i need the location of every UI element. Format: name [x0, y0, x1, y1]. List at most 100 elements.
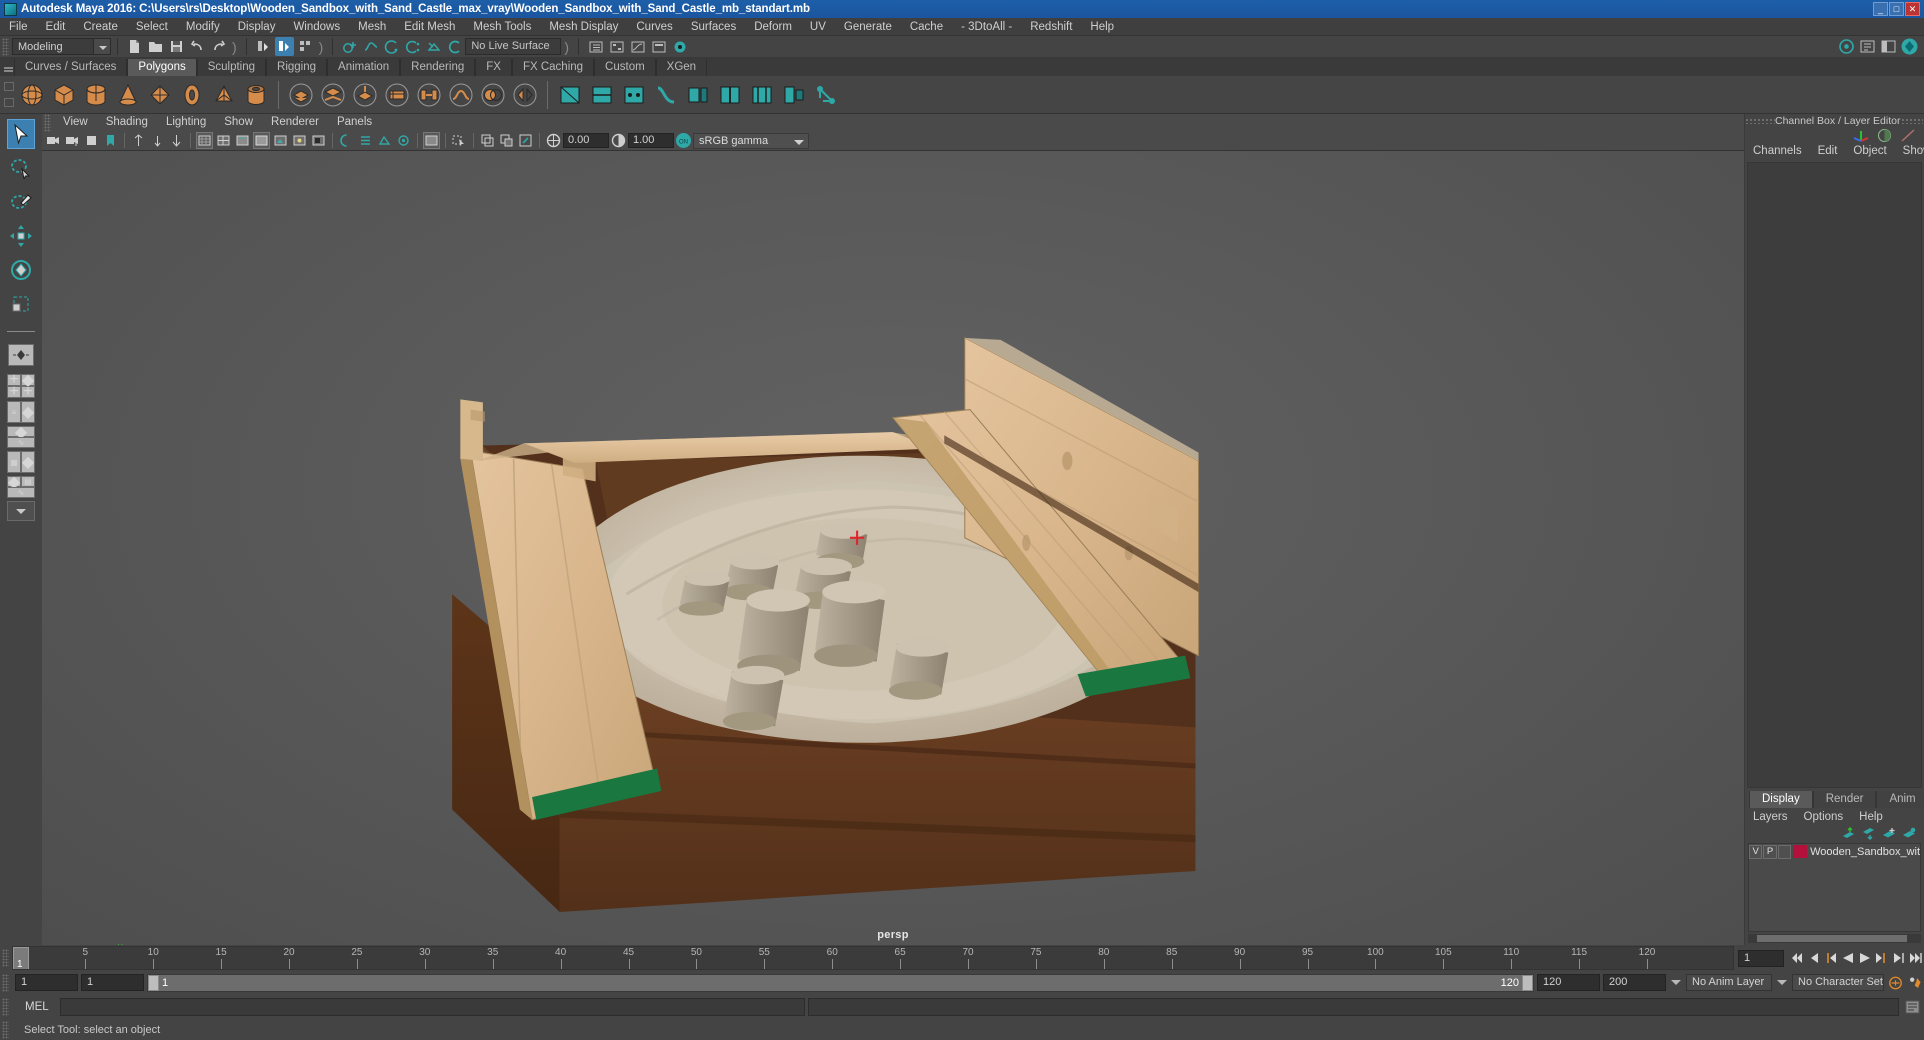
poly-cylinder-icon[interactable] — [81, 80, 111, 110]
shading-sphere-icon[interactable] — [1877, 128, 1892, 143]
maximize-button[interactable]: □ — [1889, 2, 1904, 16]
textured-mode-icon[interactable] — [272, 132, 289, 149]
poly-cube-icon[interactable] — [49, 80, 79, 110]
viewport-menu-grip[interactable] — [44, 113, 51, 132]
current-frame-field[interactable]: 1 — [1738, 949, 1784, 967]
channel-menu-object[interactable]: Object — [1845, 145, 1894, 157]
show-hide-attribute-editor-icon[interactable] — [1858, 37, 1877, 56]
smooth-shade-all-icon[interactable] — [234, 132, 251, 149]
lasso-tool-button[interactable] — [7, 153, 35, 183]
auto-keyframe-toggle-icon[interactable] — [1888, 974, 1903, 992]
select-by-object-type-icon[interactable] — [274, 37, 294, 56]
menu-select[interactable]: Select — [127, 18, 177, 36]
viewport-menu-renderer[interactable]: Renderer — [262, 114, 328, 131]
viewport-menu-panels[interactable]: Panels — [328, 114, 381, 131]
layer-list-scrollbar[interactable] — [1748, 934, 1921, 943]
camera-attributes-icon[interactable] — [83, 132, 100, 149]
color-management-toggle[interactable]: ON — [675, 132, 692, 149]
xray-joints-icon[interactable] — [498, 132, 515, 149]
multisample-aa-icon[interactable] — [376, 132, 393, 149]
axis-orientation-icon[interactable] — [1853, 128, 1869, 142]
layer-menu-layers[interactable]: Layers — [1745, 811, 1796, 823]
show-graph-editor-icon[interactable] — [628, 37, 647, 56]
show-attribute-editor-icon[interactable] — [649, 37, 668, 56]
shelf-tab-polygons[interactable]: Polygons — [127, 59, 197, 76]
menu-edit[interactable]: Edit — [37, 18, 75, 36]
layout-hypershade-persp-button[interactable]: ▦ ◆ — [7, 451, 35, 473]
shaded-mode-icon[interactable] — [253, 132, 270, 149]
close-button[interactable]: ✕ — [1905, 2, 1920, 16]
step-forward-key-button[interactable] — [1891, 949, 1906, 967]
shelf-tab-animation[interactable]: Animation — [327, 59, 401, 76]
select-by-hierarchy-icon[interactable] — [254, 37, 273, 56]
command-line-grip[interactable] — [2, 998, 9, 1016]
play-backwards-button[interactable] — [1840, 949, 1855, 967]
wireframe-on-shaded-icon[interactable] — [215, 132, 232, 149]
two-d-pan-zoom-icon[interactable] — [149, 132, 166, 149]
anim-layer-field[interactable]: No Anim Layer — [1686, 974, 1772, 991]
script-editor-icon[interactable] — [1902, 997, 1924, 1017]
menu-file[interactable]: File — [0, 18, 37, 36]
menu-deform[interactable]: Deform — [745, 18, 801, 36]
range-slider[interactable]: 1 120 — [147, 973, 1534, 992]
menu-mesh-display[interactable]: Mesh Display — [540, 18, 627, 36]
select-camera-icon[interactable] — [45, 132, 62, 149]
snap-to-grid-icon[interactable] — [340, 37, 359, 56]
rotate-tool-button[interactable] — [7, 255, 35, 285]
go-to-end-button[interactable] — [1908, 949, 1923, 967]
menu-3dtoall[interactable]: - 3DtoAll - — [952, 18, 1021, 36]
shelf-tab-grip[interactable] — [2, 60, 14, 76]
extrude-icon[interactable] — [350, 80, 380, 110]
perspective-viewport[interactable]: y x z persp — [42, 151, 1744, 945]
viewport-menu-lighting[interactable]: Lighting — [157, 114, 215, 131]
select-by-component-type-icon[interactable] — [296, 37, 315, 56]
bevel-icon[interactable] — [382, 80, 412, 110]
shelf-tab-custom[interactable]: Custom — [594, 59, 656, 76]
show-hide-channel-box-icon[interactable] — [1837, 37, 1856, 56]
exposure-reset-icon[interactable] — [517, 132, 534, 149]
snap-to-curve-icon[interactable] — [361, 37, 380, 56]
viewport-menu-show[interactable]: Show — [215, 114, 262, 131]
menu-create[interactable]: Create — [74, 18, 127, 36]
show-hypergraph-icon[interactable] — [607, 37, 626, 56]
depth-of-field-icon[interactable] — [395, 132, 412, 149]
shadows-icon[interactable] — [310, 132, 327, 149]
menu-mesh[interactable]: Mesh — [349, 18, 395, 36]
select-tool-button[interactable] — [7, 119, 35, 149]
play-forwards-button[interactable] — [1857, 949, 1872, 967]
layout-four-view-button[interactable]: + ◆ + + — [7, 371, 35, 400]
color-profile-select[interactable]: sRGB gamma — [693, 132, 809, 149]
menu-cache[interactable]: Cache — [901, 18, 952, 36]
open-scene-icon[interactable] — [146, 37, 165, 56]
insert-edge-loop-icon[interactable] — [715, 80, 745, 110]
viewport-menu-view[interactable]: View — [54, 114, 97, 131]
exposure-icon[interactable] — [545, 132, 562, 149]
menu-mesh-tools[interactable]: Mesh Tools — [464, 18, 540, 36]
character-set-field[interactable]: No Character Set — [1792, 974, 1884, 991]
animation-preferences-icon[interactable] — [1908, 974, 1923, 992]
tab-display[interactable]: Display — [1749, 791, 1813, 808]
screen-space-ao-icon[interactable] — [338, 132, 355, 149]
exposure-value-field[interactable]: 0.00 — [563, 133, 609, 148]
channel-menu-channels[interactable]: Channels — [1745, 145, 1810, 157]
shelf-grip[interactable] — [2, 80, 16, 110]
slide-edge-icon[interactable] — [779, 80, 809, 110]
layer-visibility-toggle[interactable]: V — [1749, 844, 1763, 859]
combine-mesh-icon[interactable] — [286, 80, 316, 110]
tab-render[interactable]: Render — [1812, 791, 1877, 808]
layer-menu-help[interactable]: Help — [1851, 811, 1891, 823]
shelf-tab-curves-surfaces[interactable]: Curves / Surfaces — [14, 59, 128, 76]
poly-pyramid-icon[interactable] — [209, 80, 239, 110]
animation-start-time-field[interactable]: 1 — [15, 974, 78, 991]
poly-torus-icon[interactable] — [177, 80, 207, 110]
multi-cut-icon[interactable] — [587, 80, 617, 110]
connect-components-icon[interactable] — [651, 80, 681, 110]
step-forward-frame-button[interactable] — [1874, 949, 1889, 967]
menu-display[interactable]: Display — [229, 18, 285, 36]
layout-more-button[interactable] — [7, 501, 35, 521]
menu-surfaces[interactable]: Surfaces — [682, 18, 745, 36]
lock-camera-icon[interactable] — [64, 132, 81, 149]
maya-help-icon[interactable] — [1900, 37, 1919, 56]
gamma-icon[interactable] — [610, 132, 627, 149]
layer-playback-toggle[interactable]: P — [1763, 844, 1777, 859]
